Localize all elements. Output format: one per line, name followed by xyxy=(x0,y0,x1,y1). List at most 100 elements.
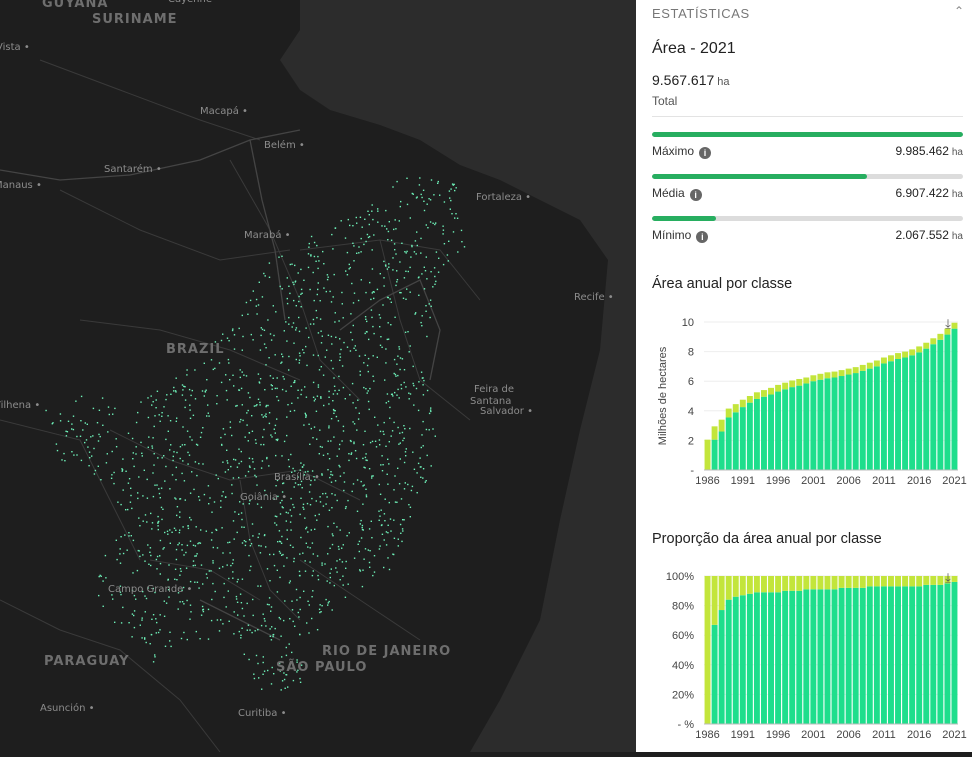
bar-segment xyxy=(817,576,824,590)
info-icon[interactable]: i xyxy=(689,189,702,201)
map-dot xyxy=(316,438,318,440)
map-dot xyxy=(169,542,171,544)
map-dot xyxy=(128,535,130,537)
map-dot xyxy=(264,489,266,492)
bar-segment xyxy=(768,576,774,593)
map-dot xyxy=(422,384,424,386)
map-dot xyxy=(56,449,59,452)
map-dot xyxy=(299,633,301,636)
map-dot xyxy=(288,316,290,319)
map-dot xyxy=(415,312,417,314)
map-dot xyxy=(279,552,282,554)
map-dot xyxy=(154,484,156,486)
map-dot xyxy=(339,359,341,361)
bar-segment xyxy=(824,576,831,590)
map-dot xyxy=(353,557,356,559)
map-dot xyxy=(130,494,132,497)
map-dot xyxy=(398,346,400,348)
map-dot xyxy=(193,488,195,491)
map-dot xyxy=(308,632,310,634)
map-dot xyxy=(361,585,364,588)
map-dot xyxy=(351,382,354,385)
map-dot xyxy=(259,401,261,404)
map-dot xyxy=(388,266,390,268)
map-dot xyxy=(408,351,410,353)
map-dot xyxy=(150,634,153,636)
map-dot xyxy=(330,473,332,476)
map-dot xyxy=(210,539,213,541)
map-dot xyxy=(248,658,250,661)
map-dot xyxy=(403,425,405,427)
map-dot xyxy=(420,252,422,254)
map-dot xyxy=(278,256,280,258)
map-dot xyxy=(350,313,352,315)
map-dot xyxy=(399,442,401,444)
map-dot xyxy=(450,199,452,202)
map-dot xyxy=(225,374,227,376)
map-dot xyxy=(442,225,444,227)
map-dot xyxy=(196,474,198,477)
map-dot xyxy=(348,459,350,462)
map-dot xyxy=(211,511,213,513)
map-dot xyxy=(307,531,309,533)
bar-segment xyxy=(746,396,753,403)
map-dot xyxy=(404,331,407,333)
map-dot xyxy=(86,423,88,425)
map-dot xyxy=(355,349,357,351)
map-dot xyxy=(323,404,325,407)
map-dot xyxy=(150,564,152,567)
map-dot xyxy=(238,476,240,479)
map-dot xyxy=(308,604,310,606)
map-dot xyxy=(304,412,306,415)
map-dot xyxy=(250,543,253,545)
map-dot xyxy=(169,488,171,490)
bar-segment xyxy=(880,357,887,364)
map-dot xyxy=(210,570,212,572)
map-dot xyxy=(356,510,359,512)
map-dot xyxy=(399,291,401,294)
chevron-up-icon[interactable]: ⌃ xyxy=(954,4,964,18)
map-dot xyxy=(329,476,331,479)
bar-segment xyxy=(753,398,760,470)
map-dot xyxy=(420,476,422,478)
map-dot xyxy=(396,394,398,396)
map-dot xyxy=(317,288,319,291)
map-dot xyxy=(72,428,75,431)
map-dot xyxy=(396,501,398,503)
map-dot xyxy=(394,373,397,376)
map-dot xyxy=(153,453,155,455)
map-dot xyxy=(452,231,455,233)
bar-segment xyxy=(845,368,852,375)
map-dot xyxy=(345,270,347,272)
map-dot xyxy=(220,339,223,342)
stat-label-text: Mínimo xyxy=(652,228,692,242)
map-dot xyxy=(263,329,266,331)
map-view[interactable]: GUYANASURINAMECayenneVistaMacapáBelémMan… xyxy=(0,0,636,753)
map-dot xyxy=(410,256,412,258)
map-dot xyxy=(305,542,307,544)
map-dot xyxy=(124,534,126,536)
map-dot xyxy=(162,508,164,510)
map-dot xyxy=(160,506,163,509)
map-dot xyxy=(360,237,362,240)
map-dot xyxy=(240,450,242,453)
map-dot xyxy=(100,575,102,577)
map-dot xyxy=(222,552,224,554)
map-dot xyxy=(339,338,341,340)
map-dot xyxy=(327,553,329,555)
bar-segment xyxy=(718,419,725,432)
map-dot xyxy=(216,403,218,405)
info-icon[interactable]: i xyxy=(696,231,709,243)
map-dot xyxy=(344,507,347,510)
map-dot xyxy=(315,260,317,262)
map-dot xyxy=(312,570,314,572)
map-canvas[interactable] xyxy=(0,0,636,753)
map-dot xyxy=(218,630,221,632)
map-dot xyxy=(450,188,452,190)
map-dot xyxy=(172,459,174,462)
bar-segment xyxy=(718,576,725,611)
info-icon[interactable]: i xyxy=(699,147,712,159)
map-dot xyxy=(311,617,313,620)
map-dot xyxy=(259,349,262,351)
map-dot xyxy=(371,210,373,212)
